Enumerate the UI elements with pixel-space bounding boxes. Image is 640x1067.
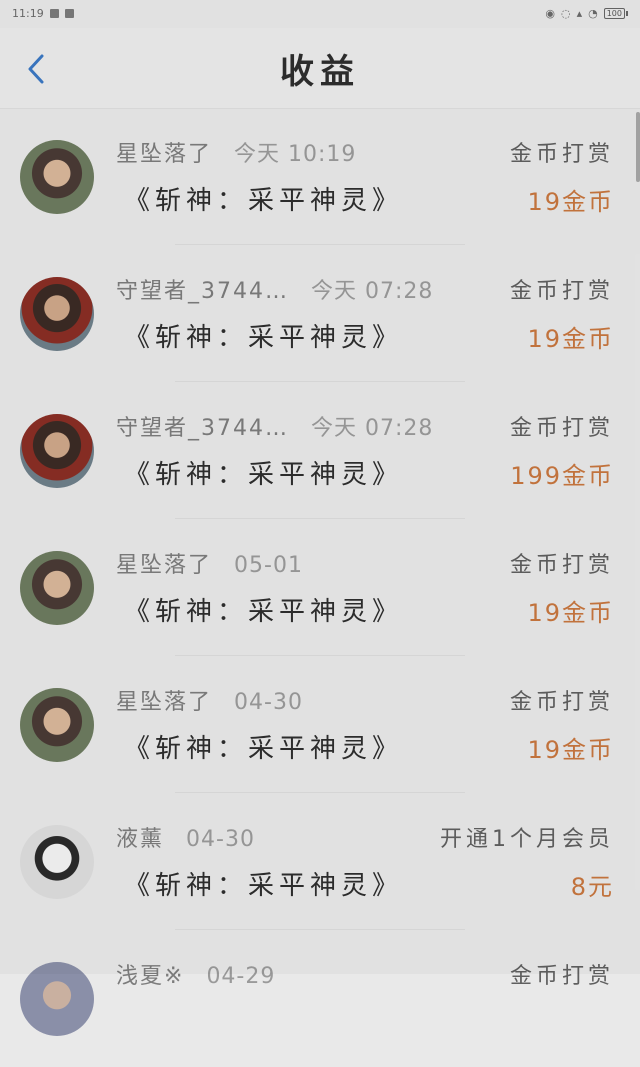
timestamp: 04-29 [206, 964, 276, 989]
timestamp: 04-30 [186, 827, 255, 852]
avatar[interactable] [20, 277, 94, 351]
earnings-list: 星坠落了 今天 10:19 《斩神：采平神灵》 金币打赏 19金币 守望者_374… [0, 108, 640, 1067]
username[interactable]: 星坠落了 [116, 553, 212, 578]
username[interactable]: 浅夏※ [116, 964, 184, 989]
book-title: 《斩神：采平神灵》 [124, 734, 404, 764]
battery-level: 100 [603, 7, 625, 19]
status-bar: 11:19 ◉ ◌ ▴ ◔ 100 [0, 0, 640, 26]
timestamp: 05-01 [234, 553, 303, 578]
book-title: 《斩神：采平神灵》 [124, 460, 404, 490]
book-title: 《斩神：采平神灵》 [124, 323, 404, 353]
battery-icon: 100 [603, 7, 628, 19]
avatar[interactable] [20, 140, 94, 214]
username[interactable]: 守望者_3744… [116, 416, 289, 441]
chevron-left-icon [28, 54, 44, 84]
list-item[interactable]: 星坠落了 今天 10:19 《斩神：采平神灵》 金币打赏 19金币 [0, 108, 640, 245]
status-time: 11:19 [12, 6, 44, 20]
timestamp: 今天 07:28 [311, 279, 434, 304]
avatar[interactable] [20, 551, 94, 625]
earning-type: 金币打赏 [509, 142, 614, 167]
list-item[interactable]: 浅夏※ 04-29 金币打赏 [0, 930, 640, 1067]
earning-type: 金币打赏 [509, 416, 614, 441]
username[interactable]: 守望者_3744… [116, 279, 289, 304]
earning-type: 开通1个月会员 [440, 827, 614, 852]
page-header: 收益 [0, 28, 640, 109]
list-item[interactable]: 星坠落了 04-30 《斩神：采平神灵》 金币打赏 19金币 [0, 656, 640, 793]
book-title: 《斩神：采平神灵》 [124, 186, 404, 216]
avatar[interactable] [20, 825, 94, 899]
user-line: 守望者_3744… 今天 07:28 [116, 273, 433, 305]
status-left: 11:19 [12, 7, 74, 20]
avatar[interactable] [20, 414, 94, 488]
username[interactable]: 液薰 [116, 827, 164, 852]
timestamp: 今天 10:19 [234, 142, 357, 167]
user-line: 星坠落了 05-01 [116, 547, 303, 579]
image-icon [64, 8, 74, 18]
user-line: 星坠落了 04-30 [116, 684, 303, 716]
username[interactable]: 星坠落了 [116, 142, 212, 167]
book-title: 《斩神：采平神灵》 [124, 871, 404, 901]
back-button[interactable] [22, 52, 52, 86]
list-item[interactable]: 守望者_3744… 今天 07:28 《斩神：采平神灵》 金币打赏 19金币 [0, 245, 640, 382]
earning-amount: 19金币 [527, 188, 614, 216]
page-title: 收益 [280, 51, 360, 92]
book-title: 《斩神：采平神灵》 [124, 597, 404, 627]
earning-amount: 19金币 [527, 599, 614, 627]
avatar[interactable] [20, 962, 94, 1036]
status-right: ◉ ◌ ▴ ◔ 100 [545, 7, 628, 20]
user-line: 星坠落了 今天 10:19 [116, 136, 356, 168]
earning-amount: 19金币 [527, 325, 614, 353]
timestamp: 04-30 [234, 690, 303, 715]
avatar[interactable] [20, 688, 94, 762]
earning-type: 金币打赏 [509, 964, 614, 989]
earning-type: 金币打赏 [509, 690, 614, 715]
scrollbar[interactable] [636, 112, 640, 182]
earning-amount: 19金币 [527, 736, 614, 764]
earning-type: 金币打赏 [509, 553, 614, 578]
earning-amount: 8元 [570, 873, 614, 901]
vibrate-icon: ◌ [560, 6, 571, 20]
photo-icon [49, 8, 59, 18]
eye-icon: ◉ [545, 6, 555, 20]
user-line: 浅夏※ 04-29 [116, 958, 275, 990]
wifi-icon: ◔ [588, 6, 598, 20]
signal-icon: ▴ [576, 6, 583, 20]
timestamp: 今天 07:28 [311, 416, 434, 441]
earning-amount: 199金币 [510, 462, 614, 490]
username[interactable]: 星坠落了 [116, 690, 212, 715]
user-line: 液薰 04-30 [116, 821, 255, 853]
battery-tip [626, 10, 628, 16]
earning-type: 金币打赏 [509, 279, 614, 304]
list-item[interactable]: 守望者_3744… 今天 07:28 《斩神：采平神灵》 金币打赏 199金币 [0, 382, 640, 519]
user-line: 守望者_3744… 今天 07:28 [116, 410, 433, 442]
list-item[interactable]: 星坠落了 05-01 《斩神：采平神灵》 金币打赏 19金币 [0, 519, 640, 656]
list-item[interactable]: 液薰 04-30 《斩神：采平神灵》 开通1个月会员 8元 [0, 793, 640, 930]
